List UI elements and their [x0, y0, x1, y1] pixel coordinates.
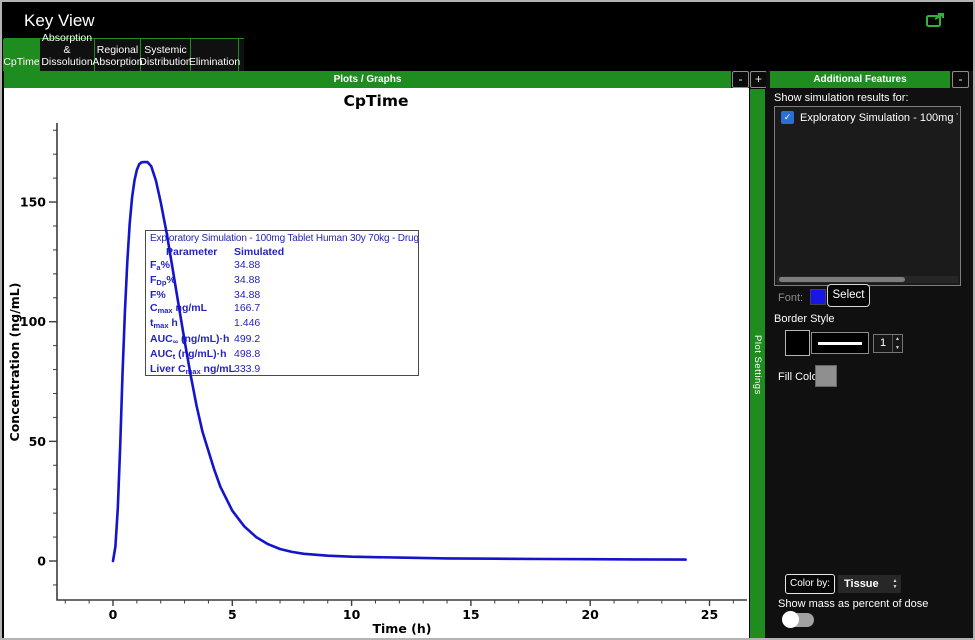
- svg-text:150: 150: [20, 195, 46, 210]
- tab-cptime-label: CpTime: [3, 56, 40, 68]
- plot-panel: Exploratory Simulation - 100mg Tablet Hu…: [4, 88, 749, 638]
- line-style-sample: [818, 341, 862, 345]
- tab-bar: CpTime Absorption & Dissolution Regional…: [3, 32, 244, 71]
- svg-text:100: 100: [20, 314, 46, 329]
- plot-settings-expand-button[interactable]: +: [750, 71, 767, 88]
- simulation-checkbox[interactable]: ✓: [781, 111, 794, 124]
- svg-text:CpTime: CpTime: [343, 92, 408, 110]
- tab-regional-absorption[interactable]: Regional Absorption: [92, 39, 143, 71]
- svg-text:15: 15: [462, 607, 479, 622]
- plots-graphs-title: Plots / Graphs: [333, 74, 402, 85]
- cp-time-chart: 0 50 100 150 0 5 10 15 20 25 CpTime Time (h) Concent…: [7, 92, 747, 636]
- plot-settings-tab-label: Plot Settings: [752, 334, 763, 395]
- show-results-label: Show simulation results for:: [774, 92, 909, 104]
- scrollbar-thumb[interactable]: [779, 277, 905, 282]
- tab-elimination[interactable]: Elimination: [188, 39, 241, 71]
- svg-text:20: 20: [581, 607, 599, 622]
- font-select-button[interactable]: Select: [827, 284, 870, 307]
- svg-text:0: 0: [109, 607, 118, 622]
- simulation-items: ✓ Exploratory Simulation - 100mg Tablet H…: [775, 107, 960, 124]
- plot-settings-strip[interactable]: Plot Settings: [750, 89, 765, 638]
- tab-systemic-distribution[interactable]: Systemic Distribution: [139, 39, 192, 71]
- simulation-item[interactable]: ✓ Exploratory Simulation - 100mg Tablet H…: [775, 107, 960, 124]
- border-style-label: Border Style: [774, 313, 835, 325]
- svg-text:10: 10: [343, 607, 361, 622]
- application-window: Key View CpTime Absorption & Dissolution…: [0, 0, 975, 640]
- line-width-value: 1: [879, 337, 887, 349]
- font-label: Font:: [778, 292, 804, 304]
- cp-curve: [111, 160, 687, 563]
- chart-canvas[interactable]: 0 50 100 150 0 5 10 15 20 25 CpTime Time (h) Concent…: [4, 88, 749, 638]
- title-bar: Key View: [4, 4, 973, 38]
- svg-text:5: 5: [228, 607, 237, 622]
- line-width-spinner[interactable]: 1 ▲ ▼: [873, 334, 903, 353]
- toggle-knob[interactable]: [782, 611, 799, 628]
- tab-systemic-label: Systemic Distribution: [139, 44, 192, 68]
- list-scrollbar[interactable]: [777, 276, 958, 283]
- tab-elimination-label: Elimination: [188, 56, 241, 68]
- color-by-button[interactable]: Color by:: [785, 574, 835, 594]
- font-color-swatch[interactable]: [810, 289, 826, 305]
- svg-text:Time (h): Time (h): [373, 621, 432, 636]
- border-color-swatch[interactable]: [785, 330, 810, 356]
- simulation-list[interactable]: ✓ Exploratory Simulation - 100mg Tablet H…: [774, 106, 961, 286]
- fill-color-swatch[interactable]: [815, 365, 837, 387]
- color-by-dropdown[interactable]: Tissue ▲ ▼: [838, 575, 901, 593]
- show-mass-toggle[interactable]: [782, 611, 814, 628]
- show-mass-label: Show mass as percent of dose: [778, 598, 929, 610]
- additional-features-collapse-button[interactable]: -: [952, 71, 969, 88]
- spinner-down-icon[interactable]: ▼: [893, 344, 902, 353]
- tab-absorption-dissolution[interactable]: Absorption & Dissolution: [39, 32, 95, 71]
- spinner-up-icon[interactable]: ▲: [893, 335, 902, 344]
- color-by-value: Tissue: [844, 578, 879, 590]
- export-icon[interactable]: [926, 13, 945, 28]
- plots-collapse-button[interactable]: -: [732, 71, 749, 88]
- svg-text:50: 50: [29, 434, 47, 449]
- svg-text:0: 0: [37, 554, 46, 569]
- plots-graphs-header: Plots / Graphs: [4, 71, 731, 88]
- sidebar: Additional Features - Show simulation re…: [766, 71, 973, 638]
- tab-absorption-label: Absorption & Dissolution: [41, 32, 93, 68]
- tab-cptime[interactable]: CpTime: [3, 39, 40, 71]
- svg-text:Concentration (ng/mL): Concentration (ng/mL): [7, 283, 22, 442]
- additional-features-header: Additional Features: [770, 71, 950, 88]
- tab-regional-label: Regional Absorption: [92, 44, 143, 68]
- additional-features-title: Additional Features: [813, 74, 907, 85]
- spinner-arrows: ▲ ▼: [892, 335, 902, 352]
- svg-text:25: 25: [701, 607, 718, 622]
- simulation-label: Exploratory Simulation - 100mg Tablet Hu…: [800, 111, 958, 124]
- line-style-dropdown[interactable]: [811, 332, 869, 354]
- dropdown-arrows-icon: ▲ ▼: [892, 578, 898, 590]
